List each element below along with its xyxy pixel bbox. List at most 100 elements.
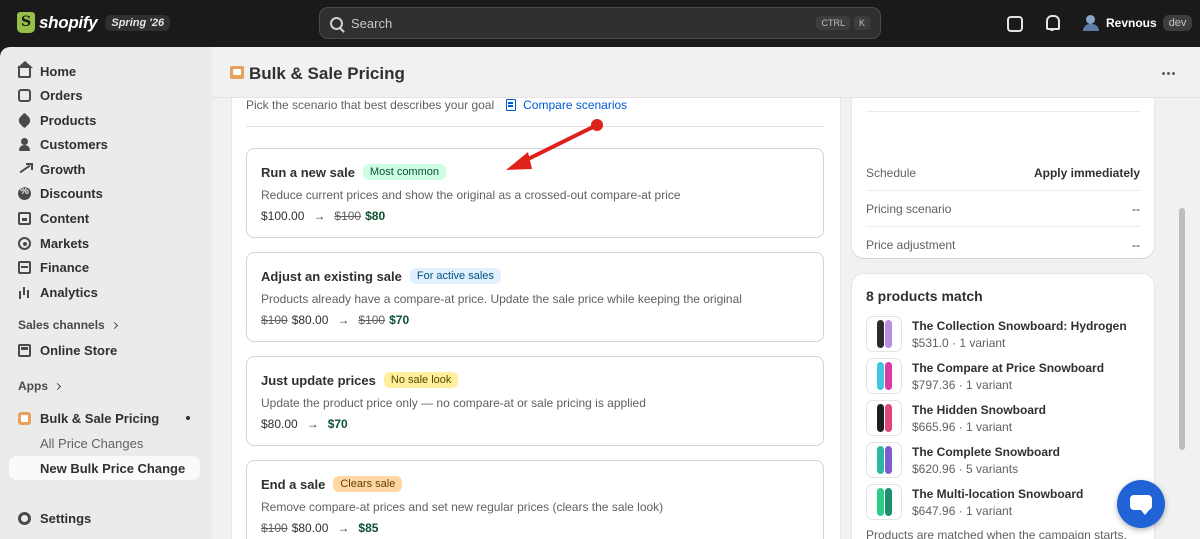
sidebar-subitem-all-price-changes[interactable]: All Price Changes: [9, 431, 200, 455]
sidebar-subitem-label: New Bulk Price Change: [40, 460, 186, 476]
sidebar-item-markets[interactable]: Markets: [9, 231, 200, 255]
store-account-menu[interactable]: Revnous dev: [1082, 13, 1193, 33]
shortcut-key-ctrl: CTRL: [816, 16, 850, 30]
app-icon: [230, 66, 244, 79]
price-example: $80.00 → $70: [261, 417, 348, 431]
product-meta: $647.96 · 1 variant: [912, 503, 1013, 518]
scenario-card: Pick the scenario that best describes yo…: [232, 91, 840, 539]
arrow-right-icon: →: [313, 209, 326, 223]
person-icon: [18, 137, 31, 151]
store-name: Revnous: [1106, 16, 1157, 30]
sidebar-item-bulk-sale-pricing[interactable]: Bulk & Sale Pricing: [9, 406, 200, 430]
sidebar-item-orders[interactable]: Orders: [9, 83, 200, 107]
sidebar-item-growth[interactable]: Growth: [9, 157, 200, 181]
price-compare-at: $100: [358, 313, 386, 327]
gear-icon: [18, 511, 31, 525]
price-compare-at: $100: [261, 521, 288, 535]
home-icon: [17, 60, 33, 78]
snowboard-image: [885, 362, 892, 390]
snowboard-image: [877, 404, 884, 432]
bank-icon: [18, 260, 31, 274]
chat-button[interactable]: [1117, 480, 1165, 528]
product-row[interactable]: The Compare at Price Snowboard $797.36 · …: [866, 358, 1140, 394]
product-thumbnail: [866, 358, 902, 394]
scenario-option-just-update-prices[interactable]: Just update prices No sale look Update t…: [246, 356, 824, 446]
sidebar-item-discounts[interactable]: Discounts: [9, 181, 200, 205]
snowboard-image: [885, 446, 892, 474]
page-header: Bulk & Sale Pricing: [212, 47, 1200, 98]
summary-key: Price adjustment: [866, 237, 956, 252]
shortcut-key-k: K: [853, 16, 870, 30]
product-meta: $531.0 · 1 variant: [912, 335, 1006, 350]
price-from: $80.00: [261, 417, 298, 431]
summary-key: Pricing scenario: [866, 201, 952, 216]
price-from: $80.00: [291, 313, 329, 327]
sidebar-item-label: Bulk & Sale Pricing: [40, 410, 160, 426]
product-row[interactable]: The Hidden Snowboard $665.96 · 1 variant: [866, 400, 1140, 436]
apps-section[interactable]: Apps: [18, 379, 62, 393]
sidebar-item-customers[interactable]: Customers: [9, 132, 200, 156]
summary-row-schedule: Schedule Apply immediately: [866, 155, 1140, 191]
sidebar-item-products[interactable]: Products: [9, 108, 200, 132]
price-compare-at: $100: [261, 313, 288, 327]
sidebar-subitem-new-bulk-price-change[interactable]: New Bulk Price Change: [9, 456, 200, 480]
online-store-icon: [18, 343, 31, 357]
product-meta: $797.36 · 1 variant: [912, 377, 1013, 392]
sales-channels-section[interactable]: Sales channels: [18, 318, 118, 332]
search-bar[interactable]: Search CTRL K: [319, 7, 881, 39]
product-name: The Collection Snowboard: Hydrogen: [912, 318, 1127, 333]
scenario-option-adjust-existing-sale[interactable]: Adjust an existing sale For active sales…: [246, 252, 824, 342]
price-new: $70: [327, 417, 348, 431]
sidebar-item-settings[interactable]: Settings: [9, 506, 200, 530]
summary-row-pricing-scenario: Pricing scenario --: [866, 191, 1140, 227]
snowboard-image: [885, 404, 892, 432]
bar-chart-icon: [18, 286, 31, 299]
book-icon: [506, 99, 517, 111]
summary-value: --: [1132, 237, 1140, 252]
sidebar-item-home[interactable]: Home: [9, 59, 200, 83]
summary-key: Schedule: [866, 165, 917, 180]
product-row[interactable]: The Collection Snowboard: Hydrogen $531.0…: [866, 316, 1140, 352]
discount-icon: [18, 186, 31, 200]
sidebar-item-label: Online Store: [40, 342, 118, 358]
bell-icon[interactable]: [1043, 14, 1061, 32]
sidebar-item-content[interactable]: Content: [9, 206, 200, 230]
product-row[interactable]: The Complete Snowboard $620.96 · 5 varian…: [866, 442, 1140, 478]
scenario-option-end-sale[interactable]: End a sale Clears sale Remove compare-at…: [246, 460, 824, 539]
product-name: The Complete Snowboard: [912, 444, 1061, 459]
compare-scenarios-link[interactable]: Compare scenarios: [523, 98, 627, 112]
price-example: $100 $80.00 → $100 $70: [261, 313, 409, 327]
arrow-right-icon: →: [337, 313, 350, 327]
snowboard-image: [877, 446, 884, 474]
product-thumbnail: [866, 400, 902, 436]
scenario-intro: Pick the scenario that best describes yo…: [246, 98, 627, 112]
more-actions-icon[interactable]: [1167, 72, 1170, 75]
content-icon: [18, 211, 31, 225]
price-compare-at: $100: [334, 209, 362, 223]
product-row[interactable]: The Multi-location Snowboard $647.96 · 1 …: [866, 484, 1140, 520]
sidebar-item-label: Content: [40, 210, 90, 226]
price-new: $85: [358, 521, 379, 535]
chevron-right-icon: [110, 321, 118, 329]
scrollbar-thumb[interactable]: [1179, 208, 1185, 450]
status-badge: Clears sale: [333, 476, 403, 492]
summary-value: --: [1132, 201, 1140, 216]
growth-icon: [18, 162, 33, 176]
snowboard-image: [877, 362, 884, 390]
shopify-logo[interactable]: shopify Spring '26: [17, 12, 171, 33]
option-description: Products already have a compare-at price…: [261, 292, 742, 306]
sidebar: Home Orders Products Customers Growth Di…: [0, 47, 212, 539]
sidebar-item-analytics[interactable]: Analytics: [9, 280, 200, 304]
product-thumbnail: [866, 442, 902, 478]
products-match-footer: Products are matched when the campaign s…: [866, 528, 1127, 539]
store-icon[interactable]: [1005, 14, 1023, 32]
sidebar-item-label: Products: [40, 112, 97, 128]
products-match-title: 8 products match: [866, 288, 983, 304]
scenario-option-run-new-sale[interactable]: Run a new sale Most common Reduce curren…: [246, 148, 824, 238]
store-env-badge: dev: [1162, 15, 1193, 31]
sidebar-item-online-store[interactable]: Online Store: [9, 338, 200, 362]
snowboard-image: [885, 488, 892, 516]
product-name: The Compare at Price Snowboard: [912, 360, 1105, 375]
status-badge: Most common: [362, 164, 446, 180]
sidebar-item-finance[interactable]: Finance: [9, 255, 200, 279]
